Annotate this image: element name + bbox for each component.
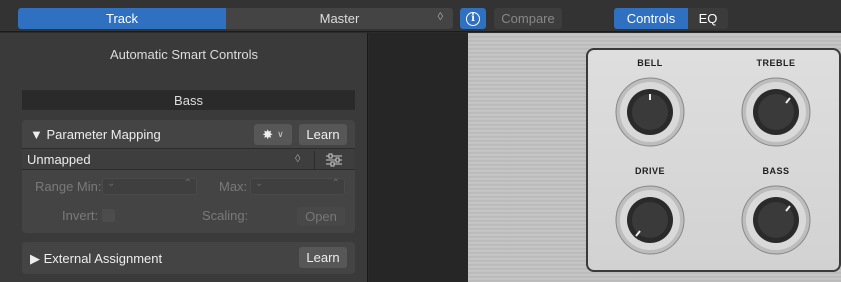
compare-button[interactable]: Compare	[494, 8, 562, 29]
chevron-up-icon: ⌃	[331, 178, 340, 189]
knob-treble[interactable]	[740, 76, 812, 148]
action-menu-button[interactable]: ✸ ∨	[254, 124, 292, 145]
gear-icon: ✸	[262, 126, 274, 142]
info-button[interactable]: i	[460, 8, 486, 29]
updown-icon: ◊	[295, 153, 301, 165]
divider	[314, 151, 315, 169]
open-button[interactable]: Open	[297, 207, 345, 226]
divider-strip	[369, 33, 468, 282]
parameter-mapping-section: ▼ Parameter Mapping ✸ ∨ Learn Unmapped ◊	[22, 120, 355, 233]
chevron-down-icon: ⌄	[255, 178, 264, 189]
disclosure-collapsed-icon: ▶	[30, 251, 40, 266]
knob-bass[interactable]	[740, 184, 812, 256]
learn-button[interactable]: Learn	[299, 124, 347, 145]
external-assignment-label: External Assignment	[43, 251, 163, 266]
max-label: Max:	[219, 179, 248, 194]
knob-dial	[615, 77, 685, 147]
knob-label-drive: DRIVE	[634, 166, 665, 176]
knob-bell[interactable]	[614, 76, 686, 148]
panel-title: Automatic Smart Controls	[109, 47, 259, 62]
range-min-field[interactable]: ⌄ ⌃	[102, 178, 197, 195]
invert-checkbox[interactable]	[102, 209, 115, 222]
tab-track[interactable]: Track	[18, 8, 226, 29]
knob-drive[interactable]	[614, 184, 686, 256]
knob-label-bell: BELL	[637, 58, 663, 68]
tab-controls[interactable]: Controls	[614, 8, 688, 29]
external-assignment-section: ▶ External Assignment Learn	[22, 242, 355, 274]
knob-label-treble: TREBLE	[756, 58, 796, 68]
mapping-value: Unmapped	[27, 152, 91, 167]
top-toolbar: Track Master ◊ i Compare Controls EQ	[0, 0, 841, 32]
tab-eq[interactable]: EQ	[688, 8, 728, 29]
updown-icon: ◊	[437, 11, 443, 23]
disclosure-expanded-icon: ▼	[30, 127, 43, 142]
knob-dial	[615, 185, 685, 255]
external-assignment-header[interactable]: ▶ External Assignment	[30, 251, 162, 267]
info-icon: i	[466, 11, 480, 26]
knob-dial	[741, 77, 811, 147]
tab-master[interactable]: Master ◊	[226, 8, 453, 29]
scaling-label: Scaling:	[202, 208, 249, 223]
tab-master-label: Master	[319, 11, 360, 26]
knob-dial	[741, 185, 811, 255]
section-header: Bass	[22, 90, 355, 110]
external-learn-button[interactable]: Learn	[299, 247, 347, 268]
smart-controls-window: Track Master ◊ i Compare Controls EQ Aut…	[0, 0, 841, 282]
knob-label-bass: BASS	[762, 166, 790, 176]
parameter-mapping-label: Parameter Mapping	[46, 127, 161, 142]
parameter-mapping-title[interactable]: ▼ Parameter Mapping	[30, 127, 161, 142]
mapping-select[interactable]: Unmapped ◊	[22, 148, 355, 170]
parameter-mapping-header[interactable]: ▼ Parameter Mapping ✸ ∨ Learn	[22, 120, 355, 148]
chevron-up-icon: ⌃	[183, 178, 192, 189]
chevron-down-icon: ∨	[277, 129, 284, 139]
invert-label: Invert:	[62, 208, 99, 223]
smart-controls-inspector: Automatic Smart Controls Bass ▼ Paramete…	[0, 33, 368, 282]
chevron-down-icon: ⌄	[107, 178, 116, 189]
max-field[interactable]: ⌄ ⌃	[250, 178, 345, 195]
range-min-label: Range Min:	[35, 179, 102, 194]
mapping-editor-icon[interactable]	[325, 153, 343, 167]
